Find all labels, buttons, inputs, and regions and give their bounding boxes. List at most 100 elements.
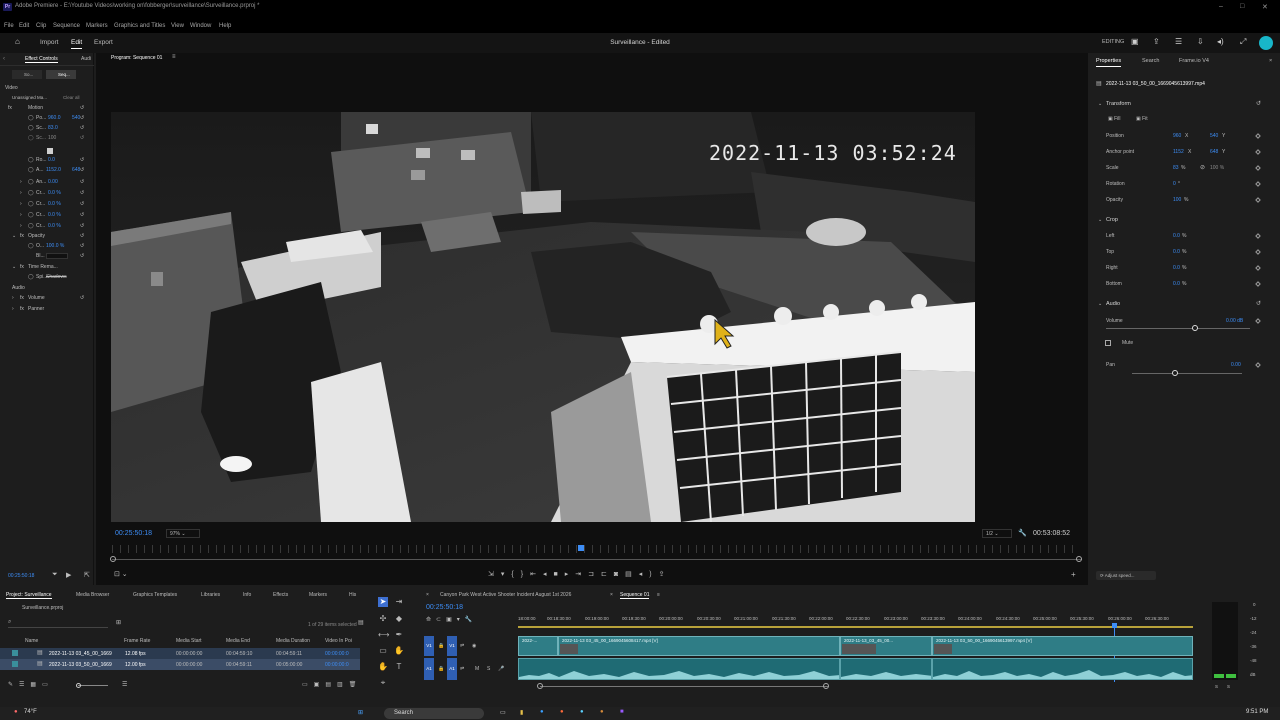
position-y[interactable]: 540 [1210, 133, 1218, 139]
keyframe-icon[interactable] [1255, 249, 1261, 255]
timeline-scroll-handle-left[interactable] [537, 683, 543, 689]
tab-sequence-01[interactable]: Sequence 01 [620, 592, 650, 599]
panel-menu-icon[interactable]: ≡ [172, 54, 176, 60]
export-frame-icon[interactable]: ⇱ [84, 571, 90, 579]
video-clip[interactable]: 2022-... [518, 636, 558, 656]
tab-effect-controls[interactable]: Effect Controls [25, 56, 58, 63]
menu-help[interactable]: Help [219, 23, 231, 29]
keyframe-icon[interactable] [1255, 133, 1261, 139]
step-back-icon[interactable]: ◂ [543, 571, 554, 578]
menu-lines-icon[interactable]: ☰ [1175, 37, 1182, 46]
resolution-dropdown[interactable]: 1/2 ⌄ [982, 529, 1012, 538]
taskbar-search[interactable]: Search [384, 708, 484, 719]
effect-row[interactable]: › ◯ Cr... 0.0 % ↺ [0, 190, 94, 198]
fullscreen-icon[interactable]: ⤢ [1240, 37, 1246, 47]
menu-file[interactable]: File [4, 23, 14, 29]
ripple-edit-icon[interactable]: ✣ [378, 614, 388, 624]
pencil-icon[interactable]: ✎ [8, 682, 19, 688]
clear-all-button[interactable]: Clear all [63, 95, 80, 100]
crop-bottom-value[interactable]: 0.0 [1173, 281, 1180, 287]
solo-track-button[interactable]: S [487, 666, 490, 672]
tab-graphics-templates[interactable]: Graphics Templates [133, 592, 177, 598]
tab-info[interactable]: Info [243, 592, 251, 598]
tab-export[interactable]: Export [94, 39, 113, 46]
transport-controls[interactable]: ⇲▾{}⇤◂■▸⇥⊐⊏◙▤◂)⇪ [488, 570, 671, 578]
anchor-y[interactable]: 648 [1210, 149, 1218, 155]
new-bin-icon[interactable]: ▤ [325, 682, 337, 688]
rectangle-icon[interactable]: ▭ [378, 646, 388, 656]
audio-clip[interactable] [518, 658, 840, 680]
avatar[interactable] [1259, 36, 1273, 50]
close-icon[interactable]: × [610, 592, 613, 598]
automate-icon[interactable]: ▭ [302, 682, 314, 688]
effect-row[interactable]: › ◯ Cr... 0.0 % ↺ [0, 201, 94, 209]
menu-window[interactable]: Window [190, 23, 211, 29]
hand-icon[interactable]: ✋ [394, 646, 404, 656]
sequence-tab[interactable]: Seq... [46, 70, 76, 79]
effect-row[interactable]: ◯ Sc... 83.0 ↺ [0, 125, 94, 133]
effect-row[interactable]: › ◯ Cr... 0.0 % ↺ [0, 223, 94, 231]
column-media-start[interactable]: Media Start [176, 638, 202, 644]
keyframe-icon[interactable] [1255, 197, 1261, 203]
volume-slider[interactable] [1106, 328, 1250, 329]
audio-clip[interactable] [932, 658, 1193, 680]
panel-menu-icon[interactable]: ≡ [657, 592, 660, 598]
razor-icon[interactable]: ◆ [394, 614, 404, 624]
panel-menu-icon[interactable]: ‹ [3, 56, 5, 62]
menu-clip[interactable]: Clip [36, 23, 46, 29]
close-icon[interactable]: ✕ [1262, 3, 1268, 11]
search-input[interactable]: ⌕ [8, 619, 108, 628]
icon-view-icon[interactable]: ▦ [30, 682, 42, 688]
reset-icon[interactable]: ↺ [1256, 100, 1261, 107]
mute-track-button[interactable]: M [475, 666, 479, 672]
reset-icon[interactable]: ↺ [1256, 300, 1261, 307]
stop-icon[interactable]: ■ [553, 571, 564, 578]
sync-lock-icon[interactable]: ⇌ [460, 666, 464, 672]
audio-icon[interactable]: ◂) [639, 571, 659, 578]
chevron-down-icon[interactable]: ⌄ [1098, 101, 1102, 107]
tab-search[interactable]: Search [1142, 58, 1159, 64]
effect-row[interactable]: › ◯ An... 0.00 ↺ [0, 179, 94, 187]
transform-section[interactable]: Transform [1106, 101, 1131, 107]
timeline-scroll-handle-right[interactable] [823, 683, 829, 689]
track-a1[interactable]: A1 [447, 658, 457, 680]
sync-lock-icon[interactable]: ⇌ [460, 643, 464, 649]
weather-text[interactable]: 74°F [24, 709, 37, 715]
video-clip[interactable]: 2022-11-13 03_45_00_1669045608417.mp4 [V… [558, 636, 840, 656]
keyframe-icon[interactable] [1255, 181, 1261, 187]
tab-media-browser[interactable]: Media Browser [76, 592, 109, 598]
tab-project[interactable]: Project: Surveillance [6, 592, 52, 599]
share-icon[interactable]: ⇪ [1153, 37, 1160, 46]
freeform-view-icon[interactable]: ▭ [42, 682, 54, 688]
column-video-in[interactable]: Video In Poi [325, 638, 352, 644]
volume-icon[interactable]: ◂) [1217, 37, 1224, 46]
timeline-toggles[interactable]: ⟰⊂▣▾🔧 [426, 616, 477, 623]
keyframe-icon[interactable] [1255, 233, 1261, 239]
tab-effects[interactable]: Effects [273, 592, 288, 598]
effect-row[interactable]: ◯ O... 100.0 % ↺ [0, 243, 94, 251]
column-media-duration[interactable]: Media Duration [276, 638, 310, 644]
bin-icon[interactable]: ▤ [358, 619, 364, 626]
safe-margins-icon[interactable]: ⊡ ⌄ [114, 570, 128, 578]
maximize-icon[interactable]: □ [1240, 3, 1244, 10]
tab-properties[interactable]: Properties [1096, 58, 1122, 67]
work-area-bar[interactable] [518, 626, 1193, 628]
source-tab[interactable]: So... [12, 70, 42, 79]
menu-view[interactable]: View [171, 23, 184, 29]
export-icon[interactable]: ⇪ [659, 571, 672, 578]
new-item-icon[interactable]: ▥ [337, 682, 349, 688]
keyframe-icon[interactable] [1255, 318, 1261, 324]
linked-selection-icon[interactable]: ⊂ [436, 617, 446, 623]
column-media-end[interactable]: Media End [226, 638, 250, 644]
scale-value[interactable]: 83 [1173, 165, 1179, 171]
slip-icon[interactable]: ⟷ [378, 630, 389, 640]
premiere-taskbar-icon[interactable]: ■ [620, 709, 624, 715]
tab-libraries[interactable]: Libraries [201, 592, 220, 598]
scrollbar-right-handle[interactable] [1076, 556, 1082, 562]
effect-row[interactable]: ◯ A... 1152.0 648 ↺ [0, 167, 94, 175]
delete-icon[interactable]: 🗑 [349, 682, 363, 688]
keyframe-icon[interactable] [1255, 165, 1261, 171]
chevron-down-icon[interactable]: ⌄ [1098, 217, 1102, 223]
app-icon[interactable]: ● [560, 709, 564, 715]
effect-row[interactable]: ⌄ fx Time Rema... [0, 264, 94, 272]
